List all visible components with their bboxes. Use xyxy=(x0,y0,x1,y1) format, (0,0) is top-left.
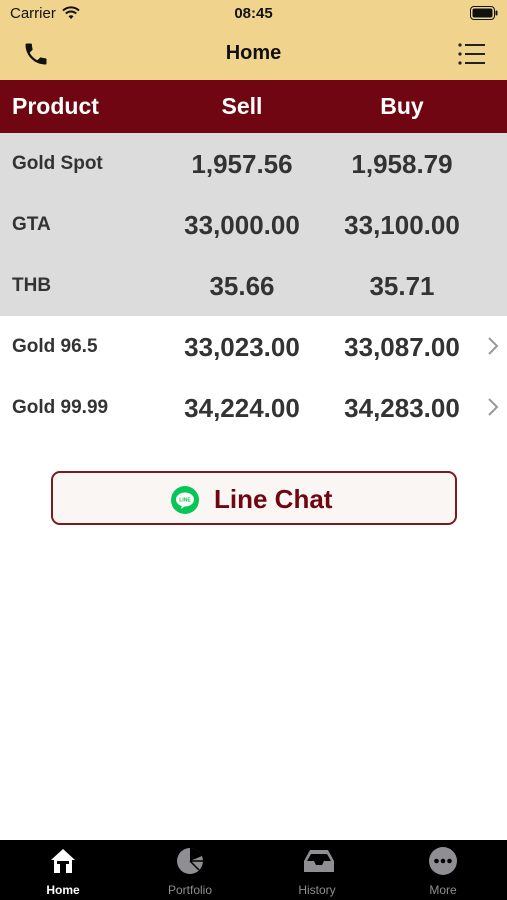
nav-bar: Home xyxy=(0,28,507,80)
tab-history-label: History xyxy=(298,883,336,897)
tab-home-label: Home xyxy=(46,883,80,897)
status-bar: Carrier 08:45 xyxy=(0,0,507,28)
more-icon xyxy=(428,846,458,876)
header-product: Product xyxy=(12,93,99,119)
list-icon[interactable] xyxy=(457,41,487,67)
tab-portfolio-label: Portfolio xyxy=(167,883,213,897)
pie-chart-icon xyxy=(175,846,205,876)
tab-portfolio[interactable]: Portfolio xyxy=(127,840,253,900)
buy-price: 35.71 xyxy=(369,271,435,301)
page-title: Home xyxy=(225,42,282,64)
sell-price: 33,000.00 xyxy=(184,210,300,240)
buy-price: 33,100.00 xyxy=(344,210,460,240)
line-icon: LINE xyxy=(170,485,200,515)
header-sell: Sell xyxy=(221,93,263,119)
tab-bar: Home Portfolio History More xyxy=(0,840,507,900)
inbox-icon xyxy=(302,846,334,876)
product-name: GTA xyxy=(12,214,51,235)
header-buy: Buy xyxy=(380,93,424,119)
tab-more[interactable]: More xyxy=(380,840,506,900)
table-row: THB 35.66 35.71 xyxy=(0,255,507,316)
line-chat-button[interactable]: LINE Line Chat xyxy=(51,471,457,525)
line-chat-label: Line Chat xyxy=(214,484,333,514)
product-name: Gold 99.99 xyxy=(12,397,109,418)
product-name: Gold 96.5 xyxy=(12,336,98,357)
price-table-header: Product Sell Buy xyxy=(0,80,507,133)
status-time: 08:45 xyxy=(234,5,273,22)
table-row: Gold Spot 1,957.56 1,958.79 xyxy=(0,133,507,194)
sell-price: 33,023.00 xyxy=(184,332,300,362)
product-name: Gold Spot xyxy=(12,153,103,174)
table-row[interactable]: Gold 99.99 34,224.00 34,283.00 xyxy=(0,377,507,438)
buy-price: 33,087.00 xyxy=(344,332,460,362)
tab-more-label: More xyxy=(429,883,457,897)
sell-price: 1,957.56 xyxy=(191,149,293,179)
tab-home[interactable]: Home xyxy=(0,840,126,900)
chevron-right-icon xyxy=(487,336,499,356)
product-name: THB xyxy=(12,275,52,296)
battery-icon xyxy=(470,6,498,25)
buy-price: 34,283.00 xyxy=(344,393,460,423)
line-icon-text: LINE xyxy=(179,498,191,504)
table-row: GTA 33,000.00 33,100.00 xyxy=(0,194,507,255)
buy-price: 1,958.79 xyxy=(351,149,453,179)
tab-history[interactable]: History xyxy=(254,840,380,900)
sell-price: 34,224.00 xyxy=(184,393,300,423)
table-row[interactable]: Gold 96.5 33,023.00 33,087.00 xyxy=(0,316,507,377)
home-icon xyxy=(48,846,78,876)
sell-price: 35.66 xyxy=(209,271,275,301)
chevron-right-icon xyxy=(487,397,499,417)
